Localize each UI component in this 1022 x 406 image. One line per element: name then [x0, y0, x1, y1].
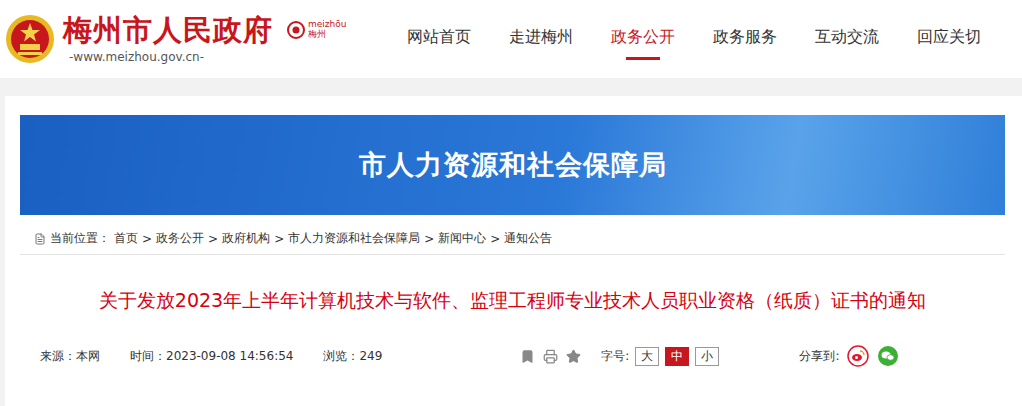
breadcrumb-item[interactable]: 新闻中心: [438, 230, 486, 247]
swirl-icon: [287, 21, 305, 39]
font-size-button[interactable]: 小: [695, 347, 719, 366]
brand[interactable]: 梅州市人民政府 -www.meizhou.gov.cn-: [63, 14, 273, 64]
site-header: 梅州市人民政府 -www.meizhou.gov.cn-meizhōu梅州 网站首页…: [0, 0, 1022, 78]
share-label: 分享到:: [799, 348, 839, 365]
breadcrumb-item[interactable]: 首页: [114, 230, 138, 247]
breadcrumb-item[interactable]: 通知公告: [504, 230, 552, 247]
font-size-button[interactable]: 大: [635, 347, 659, 366]
nav-item[interactable]: 网站首页: [388, 0, 490, 78]
site-title[interactable]: 梅州市人民政府: [63, 14, 273, 47]
breadcrumb-item[interactable]: 市人力资源和社会保障局: [288, 230, 420, 247]
city-logo: meizhōu梅州: [287, 20, 346, 40]
location-icon: [34, 233, 46, 245]
page: 梅州市人民政府 -www.meizhou.gov.cn-meizhōu梅州 网站首页…: [0, 0, 1022, 406]
breadcrumb-label: 当前位置：: [50, 230, 110, 247]
article-meta: 来源：本网 时间：2023-09-08 14:56:54 浏览：249 字号: 大中小 分…: [20, 345, 1005, 367]
breadcrumb-separator: >: [208, 232, 218, 246]
department-banner: 市人力资源和社会保障局: [20, 115, 1005, 215]
nav-item[interactable]: 政务公开: [592, 0, 694, 78]
breadcrumb-separator: >: [274, 232, 284, 246]
nav-item[interactable]: 回应关切: [898, 0, 1000, 78]
article-title: 关于发放2023年上半年计算机技术与软件、监理工程师专业技术人员职业资格（纸质）…: [43, 285, 983, 315]
content-panel: 市人力资源和社会保障局当前位置：首页>政务公开>政府机构>市人力资源和社会保障局…: [5, 96, 1022, 406]
nav-item[interactable]: 政务服务: [694, 0, 796, 78]
main-nav: 网站首页走进梅州政务公开政务服务互动交流回应关切: [388, 0, 1000, 78]
nav-item[interactable]: 走进梅州: [490, 0, 592, 78]
site-url: -www.meizhou.gov.cn-: [63, 50, 273, 64]
weibo-icon[interactable]: [847, 345, 869, 367]
logo-latin: meizhōu: [308, 20, 346, 30]
meta-views: 浏览：249: [323, 348, 382, 365]
wechat-icon[interactable]: [877, 345, 899, 367]
font-size-button[interactable]: 中: [665, 347, 689, 366]
bookmark-icon[interactable]: [520, 349, 535, 364]
breadcrumb: 当前位置：首页 > 政务公开 > 政府机构 > 市人力资源和社会保障局 > 新闻中心 > 通知公告: [20, 225, 1005, 255]
logo-chinese: 梅州: [308, 30, 346, 40]
breadcrumb-item[interactable]: 政务公开: [156, 230, 204, 247]
meta-time: 时间：2023-09-08 14:56:54: [130, 348, 293, 365]
print-icon[interactable]: [543, 349, 558, 364]
breadcrumb-separator: >: [142, 232, 152, 246]
breadcrumb-item[interactable]: 政府机构: [222, 230, 270, 247]
breadcrumb-separator: >: [490, 232, 500, 246]
banner-title: 市人力资源和社会保障局: [359, 147, 667, 183]
nav-item[interactable]: 互动交流: [796, 0, 898, 78]
emblem-icon: [5, 14, 55, 64]
favorite-icon[interactable]: [566, 349, 581, 364]
breadcrumb-separator: >: [424, 232, 434, 246]
meta-source: 来源：本网: [40, 348, 100, 365]
nav-underline: [626, 57, 660, 60]
font-size-label: 字号:: [601, 348, 629, 365]
